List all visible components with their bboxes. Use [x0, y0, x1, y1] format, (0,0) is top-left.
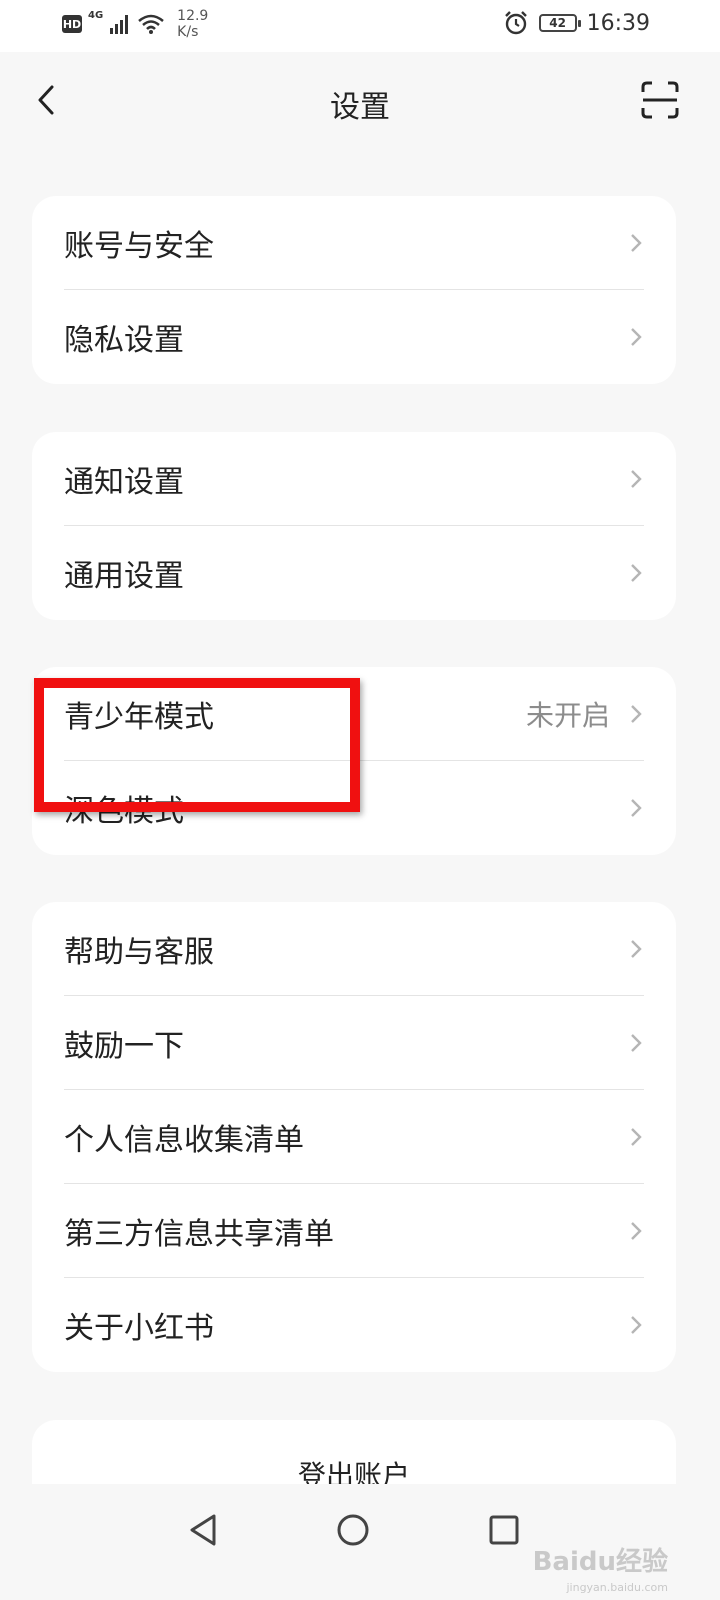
settings-group-about: 帮助与客服 鼓励一下 个人信息收集清单 第三方信息共享清单 关于小红书 [32, 902, 676, 1372]
settings-item-label: 隐私设置 [64, 323, 184, 358]
back-triangle-icon[interactable] [184, 1510, 224, 1550]
settings-item-label: 账号与安全 [64, 229, 214, 264]
clock: 16:39 [586, 10, 650, 36]
settings-item-label: 通知设置 [64, 465, 184, 500]
speed-value: 12.9 [177, 8, 209, 24]
settings-item-label: 通用设置 [64, 559, 184, 594]
home-circle-icon[interactable] [333, 1510, 373, 1550]
page-title: 设置 [330, 90, 390, 125]
settings-item-encourage[interactable]: 鼓励一下 [32, 996, 676, 1090]
signal-icon [110, 15, 129, 34]
chevron-right-icon [631, 1034, 642, 1052]
chevron-right-icon [631, 1128, 642, 1146]
settings-item-personal-info-list[interactable]: 个人信息收集清单 [32, 1090, 676, 1184]
highlight-box [34, 678, 360, 812]
top-nav-bar: 设置 [0, 52, 720, 152]
settings-item-label: 鼓励一下 [64, 1029, 184, 1064]
status-right: 42 16:39 [503, 10, 650, 36]
chevron-right-icon [631, 1316, 642, 1334]
hd-badge: HD [62, 15, 82, 33]
chevron-right-icon [631, 470, 642, 488]
speed-unit: K/s [177, 24, 199, 40]
alarm-icon [504, 11, 527, 35]
network-type: 4G [88, 10, 104, 21]
chevron-right-icon [631, 799, 642, 817]
watermark-url: jingyan.baidu.com [566, 1581, 668, 1594]
status-left: HD 4G 12.9 K/s [62, 8, 208, 40]
recents-square-icon[interactable] [484, 1510, 524, 1550]
watermark-logo: Baidu经验 [532, 1547, 668, 1577]
scan-icon [641, 81, 679, 119]
battery-indicator: 42 [538, 14, 581, 32]
teen-mode-status: 未开启 [525, 699, 610, 732]
chevron-right-icon [631, 705, 642, 723]
settings-group-account: 账号与安全 隐私设置 [32, 196, 676, 384]
chevron-right-icon [631, 328, 642, 346]
settings-item-label: 帮助与客服 [64, 935, 214, 970]
settings-item-label: 个人信息收集清单 [64, 1123, 304, 1158]
settings-item-privacy[interactable]: 隐私设置 [32, 290, 676, 384]
wifi-icon [138, 14, 164, 34]
settings-group-general: 通知设置 通用设置 [32, 432, 676, 620]
settings-item-help[interactable]: 帮助与客服 [32, 902, 676, 996]
system-nav-bar: Baidu经验 jingyan.baidu.com [0, 1484, 720, 1600]
scan-button[interactable] [640, 80, 680, 120]
chevron-right-icon [631, 234, 642, 252]
settings-item-third-party-list[interactable]: 第三方信息共享清单 [32, 1184, 676, 1278]
chevron-right-icon [631, 940, 642, 958]
settings-item-label: 第三方信息共享清单 [64, 1217, 334, 1252]
network-speed: 12.9 K/s [177, 8, 208, 40]
chevron-right-icon [631, 1222, 642, 1240]
chevron-right-icon [631, 564, 642, 582]
settings-item-general[interactable]: 通用设置 [32, 526, 676, 620]
settings-item-notifications[interactable]: 通知设置 [32, 432, 676, 526]
settings-item-about[interactable]: 关于小红书 [32, 1278, 676, 1372]
settings-item-label: 关于小红书 [64, 1311, 214, 1346]
settings-item-account-security[interactable]: 账号与安全 [32, 196, 676, 290]
status-bar: HD 4G 12.9 K/s 42 16:39 [0, 0, 720, 52]
